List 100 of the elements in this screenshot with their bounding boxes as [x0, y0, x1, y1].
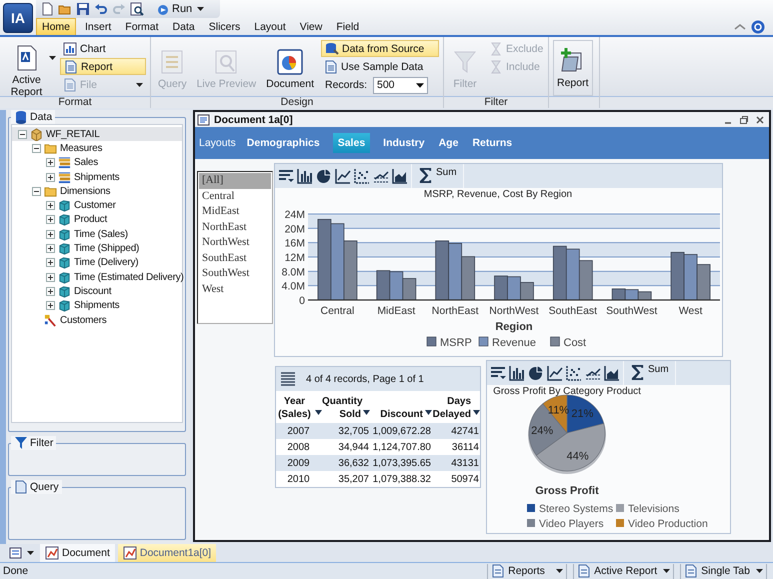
menu-tab[interactable]: Format — [120, 18, 164, 34]
sort-arrow-icon[interactable] — [315, 410, 322, 415]
tree-item[interactable]: Time (Estimated Delivery) — [12, 270, 182, 284]
tree-toggle[interactable] — [46, 301, 55, 310]
menu-tab[interactable]: View — [294, 18, 328, 34]
tree-item[interactable]: Customers — [12, 312, 182, 328]
tree-toggle[interactable] — [46, 215, 55, 224]
table-cell-text: 1,079,388.32 — [372, 474, 432, 484]
menu-icon[interactable] — [280, 371, 296, 387]
tree-toggle[interactable] — [46, 244, 55, 254]
slicer-item[interactable]: SouthEast — [199, 250, 271, 266]
status-dropdown[interactable]: Reports — [487, 564, 568, 578]
sum-button[interactable]: Sum — [412, 164, 464, 188]
close-icon[interactable] — [755, 114, 765, 124]
menu-tab[interactable]: Slicers — [204, 18, 246, 34]
menu-tab[interactable]: Layout — [249, 18, 291, 34]
page-tab[interactable]: Industry — [378, 133, 430, 153]
legend-item: Video Players — [527, 518, 604, 530]
help-icon[interactable] — [751, 20, 765, 34]
ribbon-button[interactable]: Data from Source — [320, 40, 439, 57]
slicer-item[interactable]: MidEast — [199, 204, 271, 220]
page-tab[interactable]: Age — [434, 133, 464, 153]
area-chart-icon[interactable] — [604, 365, 620, 381]
slicer-item[interactable]: Central — [199, 188, 271, 204]
line-chart-icon[interactable] — [335, 168, 351, 184]
line-chart-icon[interactable] — [547, 365, 563, 381]
new-file-icon[interactable] — [40, 2, 54, 16]
menu-tab[interactable]: Insert — [80, 18, 116, 34]
tree-toggle[interactable] — [32, 186, 41, 196]
pie-chart-icon[interactable] — [316, 168, 332, 184]
status-dropdown[interactable]: Single Tab — [680, 564, 767, 578]
scatter-chart-icon[interactable] — [354, 168, 370, 184]
tree-item[interactable]: Time (Sales) — [12, 227, 182, 242]
ribbon-button[interactable]: Document — [263, 40, 317, 92]
bar-chart-icon[interactable] — [509, 365, 525, 381]
tree-item[interactable]: Dimensions — [12, 184, 182, 198]
group-label: Format — [0, 96, 150, 108]
tree-item[interactable]: Shipments — [12, 298, 182, 313]
axis-tick-label: 0 — [299, 295, 305, 307]
status-dropdown[interactable]: Active Report — [573, 564, 674, 578]
menu-tab[interactable]: Field — [331, 18, 364, 34]
scatter-chart-icon[interactable] — [566, 365, 582, 381]
tree-item[interactable]: Shipments — [12, 170, 182, 184]
hourglass-icon — [489, 60, 503, 74]
tree-item[interactable]: Product — [12, 212, 182, 228]
ribbon-button[interactable]: Use Sample Data — [320, 58, 439, 75]
sort-arrow-icon[interactable] — [363, 410, 370, 415]
column-header[interactable]: Days Delayed — [432, 395, 471, 421]
tree-toggle[interactable] — [46, 172, 55, 182]
records-dropdown[interactable]: 500 — [373, 76, 428, 94]
ribbon-button[interactable]: Chart — [60, 40, 146, 57]
legend-item: Revenue — [478, 336, 536, 349]
pie-chart-icon[interactable] — [528, 365, 544, 381]
tree-toggle[interactable] — [46, 230, 55, 239]
layouts-label: Layouts — [199, 137, 236, 149]
sort-icon[interactable] — [278, 168, 294, 184]
tree-item[interactable]: Customer — [12, 198, 182, 213]
menu-tab[interactable]: Data — [168, 18, 200, 34]
page-tab[interactable]: Returns — [467, 133, 518, 153]
slicer-item[interactable]: West — [199, 282, 271, 297]
document-icon — [64, 60, 78, 74]
document-tab[interactable]: Document — [40, 544, 115, 562]
menu-tab[interactable]: Home — [36, 18, 76, 35]
records-label: Records: — [324, 79, 367, 91]
tree-toggle[interactable] — [46, 158, 55, 168]
slicer-item[interactable]: [All] — [199, 173, 271, 188]
ribbon-button[interactable]: Report — [60, 58, 146, 75]
tree-item[interactable]: Measures — [12, 141, 182, 156]
tree-toggle[interactable] — [46, 286, 55, 296]
legend-item: Televisions — [616, 503, 680, 515]
tree-toggle[interactable] — [46, 201, 55, 210]
area-chart-icon[interactable] — [392, 168, 408, 184]
tree-toggle[interactable] — [46, 258, 55, 268]
sort-arrow-icon[interactable] — [425, 410, 432, 415]
slicer-item[interactable]: NorthEast — [199, 220, 271, 235]
preview-icon[interactable] — [130, 2, 144, 16]
tree-toggle[interactable] — [18, 130, 27, 139]
undo-icon[interactable] — [94, 2, 108, 16]
maximize-icon[interactable] — [739, 114, 749, 124]
save-icon[interactable] — [76, 2, 90, 16]
app-logo[interactable]: IA — [3, 3, 33, 33]
column-header[interactable]: Quantity Sold — [322, 395, 361, 421]
page-tab[interactable]: Demographics — [242, 133, 325, 153]
tree-toggle[interactable] — [46, 272, 55, 282]
sort-icon[interactable] — [490, 365, 506, 381]
slicer-item[interactable]: NorthWest — [199, 235, 271, 250]
document-tab[interactable]: Document1a[0] — [118, 544, 216, 562]
tree-item[interactable]: Discount — [12, 284, 182, 299]
caret-icon — [756, 569, 763, 573]
tree-toggle[interactable] — [32, 144, 41, 153]
ribbon-button[interactable]: Report — [553, 40, 593, 96]
tree-item[interactable]: Time (Shipped) — [12, 241, 182, 256]
column-header[interactable]: Year (Sales) — [276, 395, 313, 421]
tree-item[interactable]: WF_RETAIL — [12, 127, 182, 142]
tree-item[interactable]: Sales — [12, 156, 182, 170]
sort-arrow-icon[interactable] — [473, 410, 480, 415]
column-header[interactable]: Discount — [380, 408, 423, 421]
slicer-item[interactable]: SouthWest — [199, 266, 271, 282]
tree-item[interactable]: Time (Delivery) — [12, 256, 182, 270]
bar-chart-icon[interactable] — [297, 168, 313, 184]
